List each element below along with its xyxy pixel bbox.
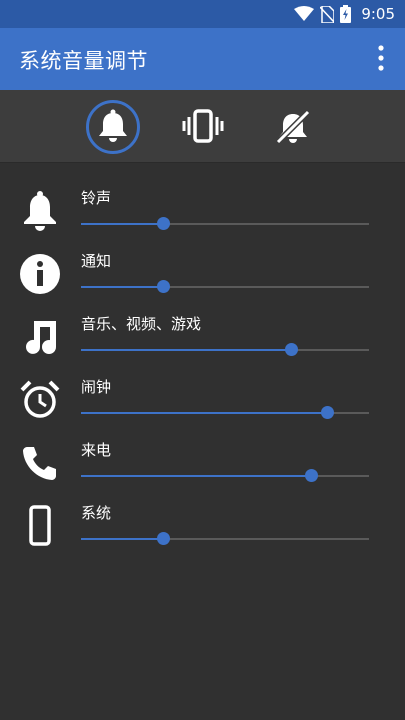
volume-slider-notification[interactable] [81,280,369,294]
slider-thumb[interactable] [157,217,171,230]
slider-fill [81,475,312,477]
volume-slider-alarm[interactable] [81,406,369,420]
music-note-icon [26,321,56,354]
smartphone-icon [29,505,51,546]
volume-row-system: 系统 [0,502,405,562]
slider-fill [81,286,164,288]
volume-label: 系统 [81,504,112,522]
volume-row-media: 音乐、视频、游戏 [0,313,405,373]
volume-label: 闹钟 [81,378,112,396]
mode-sound-button[interactable] [86,100,140,154]
app-title: 系统音量调节 [19,49,148,73]
volume-slider-system[interactable] [81,532,369,546]
alarm-clock-icon [20,380,60,418]
volume-row-ringtone: 铃声 [0,187,405,247]
battery-charging-icon [340,5,352,23]
status-icons: 9:05 [294,4,395,24]
volume-slider-call[interactable] [81,469,369,483]
volume-label: 来电 [81,441,112,459]
slider-thumb[interactable] [285,343,299,356]
mode-silent-button[interactable] [266,100,318,152]
volume-slider-ringtone[interactable] [81,217,369,231]
mode-vibrate-button[interactable] [176,100,228,152]
bell-icon [24,191,56,231]
slider-thumb[interactable] [305,469,319,482]
status-bar: 9:05 [0,0,405,28]
slider-thumb[interactable] [157,280,171,293]
volume-slider-media[interactable] [81,343,369,357]
app-bar: 系统音量调节 [0,28,405,90]
slider-thumb[interactable] [157,532,171,545]
no-sim-icon [320,5,335,23]
slider-fill [81,538,164,540]
volume-row-call: 来电 [0,439,405,499]
bell-off-icon [275,109,311,145]
phone-icon [23,447,56,480]
overflow-menu-icon[interactable] [375,44,387,74]
bell-icon [99,109,127,142]
slider-fill [81,349,292,351]
volume-row-notification: 通知 [0,250,405,310]
volume-label: 音乐、视频、游戏 [81,315,202,333]
volume-row-alarm: 闹钟 [0,376,405,436]
ringer-mode-bar [0,90,405,163]
vibrate-icon [182,109,224,143]
status-time: 9:05 [361,5,395,23]
slider-fill [81,223,164,225]
slider-thumb[interactable] [321,406,335,419]
slider-fill [81,412,328,414]
info-icon [20,254,60,294]
volume-label: 通知 [81,252,112,270]
volume-label: 铃声 [81,189,112,207]
wifi-icon [294,6,315,21]
